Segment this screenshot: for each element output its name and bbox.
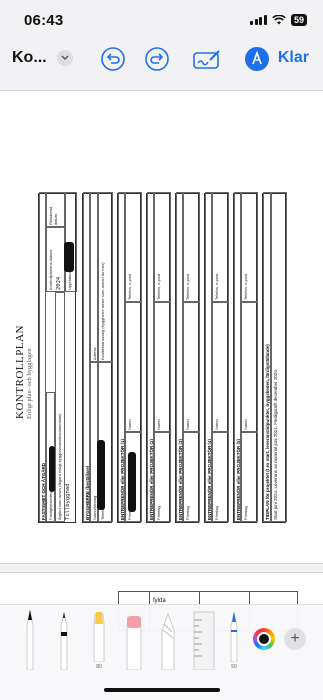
rotated-form: KONTROLLPLAN Enligt plan- och bygglagen … bbox=[10, 101, 310, 541]
field-label: Telefon, e-post bbox=[154, 192, 171, 302]
status-bar: 06:43 59 bbox=[0, 0, 323, 40]
field-label: Företag bbox=[183, 432, 200, 522]
field-label: Telefon, e-post bbox=[125, 192, 142, 302]
field-label: Namn bbox=[241, 302, 258, 432]
markup-tool-palette: 80 50 + bbox=[0, 604, 323, 700]
fastighet-section: FASTIGHET OCH ÅTGÄRD Fastighetsbetecknin… bbox=[38, 192, 77, 523]
document-page[interactable]: KONTROLLPLAN Enligt plan- och bygglagen … bbox=[0, 90, 323, 564]
redo-icon[interactable] bbox=[144, 46, 170, 72]
section-header: FASTIGHET OCH ÅTGÄRD bbox=[39, 192, 46, 522]
page-title: KONTROLLPLAN bbox=[14, 325, 26, 419]
field-label: Åtgärd som avses (åtgärd enligt bygglove… bbox=[55, 292, 65, 522]
entreprenor-section: ENTREPRENÖR eller PROJEKTÖR (1) Företag … bbox=[117, 192, 142, 523]
field-label: Telefon, e-post bbox=[183, 192, 200, 302]
redacted-mark bbox=[97, 440, 105, 510]
redacted-mark bbox=[128, 452, 136, 512]
cellular-signal-icon bbox=[250, 15, 267, 25]
lasso-tool-icon[interactable] bbox=[158, 612, 178, 670]
add-tool-button[interactable]: + bbox=[284, 628, 306, 650]
field-label: Företag bbox=[241, 432, 258, 522]
field-value: 2024 bbox=[56, 276, 62, 290]
section-header: ENTREPRENÖR eller PROJEKTÖR (4) bbox=[205, 192, 212, 522]
field-label: Namn bbox=[212, 302, 229, 432]
document-title[interactable]: Ko... bbox=[12, 49, 47, 67]
section-header: BYGGHERRE (beställare) bbox=[83, 192, 90, 522]
redacted-mark bbox=[49, 446, 55, 492]
byggherre-section: BYGGHERRE (beställare) Namn/företag Adre… bbox=[82, 192, 113, 523]
section-header: ENTREPRENÖR eller PROJEKTÖR (5) bbox=[234, 192, 241, 522]
field-label: Företag bbox=[154, 432, 171, 522]
page-subtitle: Enligt plan- och bygglagen bbox=[26, 348, 33, 419]
done-button[interactable]: Klar bbox=[278, 49, 309, 67]
section-header: ENTREPRENÖR eller PROJEKTÖR (3) bbox=[176, 192, 183, 522]
tidplan-section: TIDPLAN för projektet (t ex start, lever… bbox=[262, 192, 287, 523]
field-label: Kvalitetsansvarig (byggherre anser som a… bbox=[98, 192, 113, 362]
section-header: TIDPLAN för projektet (t ex start, lever… bbox=[263, 192, 271, 522]
field-label: Namn bbox=[183, 302, 200, 432]
section-header: ENTREPRENÖR eller PROJEKTÖR (1) bbox=[118, 192, 125, 522]
entreprenor-section: ENTREPRENÖR eller PROJEKTÖR (3) Företag … bbox=[175, 192, 200, 523]
undo-icon[interactable] bbox=[100, 46, 126, 72]
field-label: Namn bbox=[154, 302, 171, 432]
blue-pen-tool[interactable]: 50 bbox=[226, 610, 242, 670]
clock: 06:43 bbox=[24, 12, 64, 29]
marker-icon bbox=[93, 612, 105, 663]
color-picker-icon[interactable] bbox=[253, 628, 275, 650]
markup-pen-icon[interactable] bbox=[244, 46, 270, 72]
battery-icon: 59 bbox=[290, 14, 307, 26]
home-indicator bbox=[104, 688, 220, 692]
signature-icon[interactable] bbox=[192, 46, 222, 72]
marker-tool[interactable]: 80 bbox=[90, 610, 108, 670]
tidplan-text: Start juni 2024. Leverans av material ju… bbox=[271, 192, 287, 522]
marker-size-label: 80 bbox=[96, 664, 102, 670]
eraser-tool-icon[interactable] bbox=[124, 612, 144, 670]
entreprenor-section: ENTREPRENÖR eller PROJEKTÖR (5) Företag … bbox=[233, 192, 258, 523]
pen-tool-icon[interactable] bbox=[22, 608, 38, 670]
wifi-icon bbox=[272, 15, 286, 25]
fineliner-tool-icon[interactable] bbox=[56, 610, 72, 670]
status-icons: 59 bbox=[250, 14, 307, 26]
chevron-down-icon[interactable] bbox=[57, 50, 73, 66]
ruler-tool-icon[interactable] bbox=[190, 610, 218, 670]
field-label: Telefon, e-post bbox=[212, 192, 229, 302]
redacted-mark bbox=[64, 242, 74, 272]
field-label: Reviderad datum: bbox=[46, 192, 65, 227]
field-label: Adress bbox=[90, 192, 98, 362]
field-label: Telefon, e-post bbox=[241, 192, 258, 302]
blue-pen-icon bbox=[230, 611, 238, 663]
entreprenor-section: ENTREPRENÖR eller PROJEKTÖR (4) Företag … bbox=[204, 192, 229, 523]
pen-size-label: 50 bbox=[231, 664, 237, 670]
markup-toolbar: Ko... Klar bbox=[0, 42, 323, 76]
section-header: ENTREPRENÖR eller PROJEKTÖR (2) bbox=[147, 192, 154, 522]
field-value: Tillbyggnad bbox=[65, 483, 71, 520]
entreprenor-section: ENTREPRENÖR eller PROJEKTÖR (2) Företag … bbox=[146, 192, 171, 523]
field-label: Namn bbox=[125, 302, 142, 432]
field-label: Företag bbox=[212, 432, 229, 522]
